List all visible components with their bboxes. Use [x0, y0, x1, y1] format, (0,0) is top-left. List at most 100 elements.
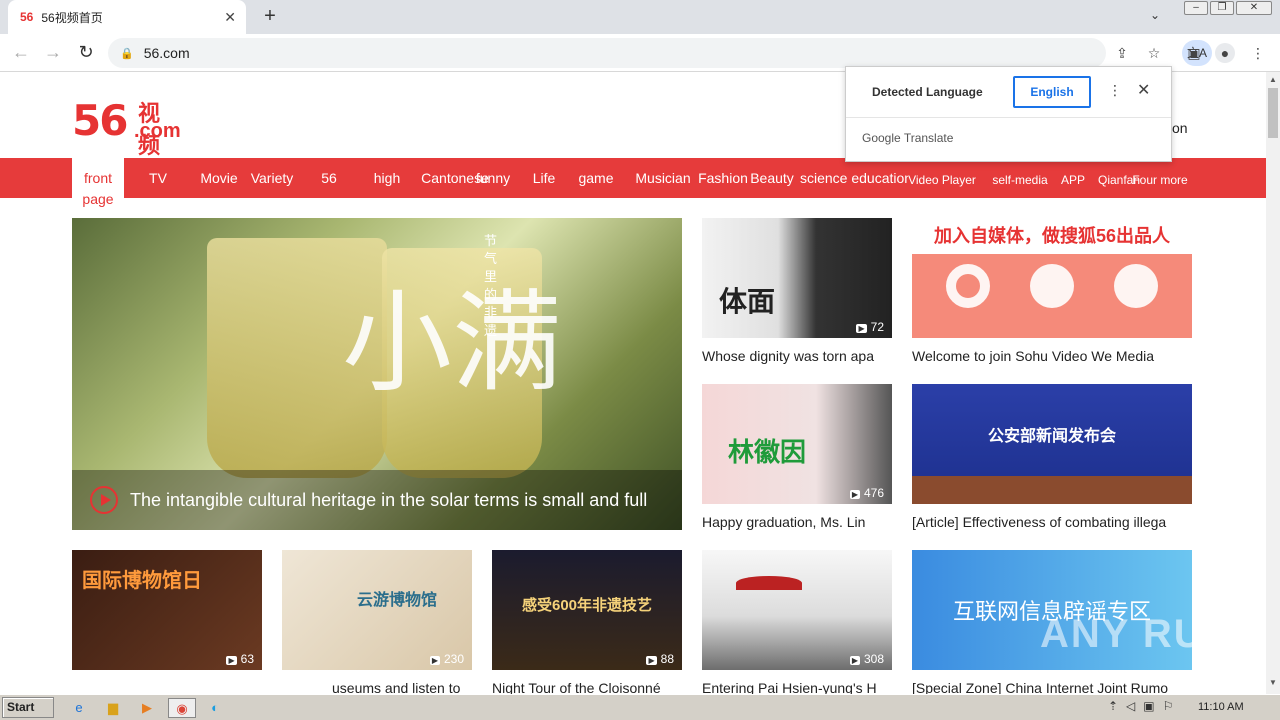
chrome-icon[interactable]: ◉: [168, 698, 196, 718]
thumbnail-overlay-text: 国际博物馆日: [82, 570, 202, 592]
video-card[interactable]: 感受600年非遗技艺 88 Night Tour of the Cloisonn…: [492, 550, 682, 694]
new-tab-button[interactable]: +: [258, 5, 282, 29]
ie-icon[interactable]: e: [68, 698, 90, 718]
system-tray-icons[interactable]: ⇡◁▣⚐: [1108, 699, 1181, 713]
view-count: 63: [226, 652, 254, 666]
video-title[interactable]: useums and listen to: [332, 680, 472, 694]
nav-high-school[interactable]: high school: [362, 168, 412, 189]
thumbnail-overlay-text: 云游博物馆: [356, 592, 437, 609]
video-title[interactable]: Night Tour of the Cloisonné: [492, 680, 682, 694]
video-card[interactable]: 308 Entering Pai Hsien-yung's H: [702, 550, 892, 694]
url-text: 56.com: [143, 45, 190, 61]
reload-icon[interactable]: ↻: [75, 42, 97, 64]
english-tab[interactable]: English: [1013, 76, 1091, 108]
start-button[interactable]: Start: [2, 697, 54, 718]
share-icon[interactable]: ⇪: [1112, 43, 1132, 63]
video-thumbnail[interactable]: 加入自媒体，做搜狐56出品人: [912, 218, 1192, 338]
nav-movie[interactable]: Movie: [196, 168, 242, 189]
nav-app[interactable]: APP: [1060, 170, 1086, 191]
side-panel-icon[interactable]: ▣: [1184, 43, 1204, 63]
scrollbar-thumb[interactable]: [1268, 88, 1278, 138]
detected-language-tab[interactable]: Detected Language: [872, 85, 983, 99]
view-count: 308: [850, 652, 884, 666]
video-thumbnail[interactable]: 308: [702, 550, 892, 670]
translate-popup: Detected Language English ⋮ ✕ Google Tra…: [845, 66, 1172, 162]
video-title[interactable]: Entering Pai Hsien-yung's H: [702, 680, 892, 694]
forward-icon[interactable]: →: [42, 42, 64, 64]
thumbnail-overlay-text: 林徽因: [727, 437, 806, 467]
video-card[interactable]: 公安部新闻发布会 [Article] Effectiveness of comb…: [912, 384, 1192, 530]
video-thumbnail[interactable]: 感受600年非遗技艺 88: [492, 550, 682, 670]
site-logo[interactable]: 56 视频 .com: [72, 96, 181, 158]
tab-56[interactable]: 56 56视频首页 ✕: [8, 0, 246, 34]
play-icon[interactable]: [90, 486, 118, 514]
video-thumbnail[interactable]: 国际博物馆日 63: [72, 550, 262, 670]
nav-tv-drama[interactable]: TV drama: [136, 168, 180, 189]
video-thumbnail[interactable]: 体面 72: [702, 218, 892, 338]
close-window-button[interactable]: ✕: [1236, 1, 1272, 15]
bookmark-star-icon[interactable]: ☆: [1144, 43, 1164, 63]
windows-taskbar: Start e ▆ ▶ ◉ ◐ ⇡◁▣⚐ 11:10 AM: [0, 694, 1280, 720]
video-card[interactable]: 林徽因 476 Happy graduation, Ms. Lin: [702, 384, 892, 530]
lock-icon[interactable]: 🔒: [120, 47, 134, 60]
nav-front-page[interactable]: front page: [72, 158, 124, 208]
video-title[interactable]: [Article] Effectiveness of combating ill…: [912, 514, 1192, 530]
more-options-icon[interactable]: ⋮: [1108, 82, 1122, 99]
tab-search-chevron-icon[interactable]: ⌄: [1150, 8, 1160, 22]
nav-four-more[interactable]: Four more: [1128, 170, 1192, 191]
video-card[interactable]: 体面 72 Whose dignity was torn apa: [702, 218, 892, 364]
media-player-icon[interactable]: ▶: [136, 698, 158, 718]
thumbnail-overlay-text: 公安部新闻发布会: [987, 428, 1116, 445]
video-card[interactable]: 国际博物馆日 63: [72, 550, 262, 680]
nav-funny[interactable]: funny: [472, 168, 514, 189]
minimize-button[interactable]: –: [1184, 1, 1208, 15]
nav-56-listings[interactable]: 56 listings: [304, 168, 354, 189]
nav-fashion[interactable]: Fashion: [696, 168, 750, 189]
video-title[interactable]: Whose dignity was torn apa: [702, 348, 892, 364]
back-icon[interactable]: ←: [10, 42, 32, 64]
page-content: 56 视频 .com on front page TV drama Movie …: [0, 72, 1266, 694]
nav-musician[interactable]: Musician: [631, 168, 695, 189]
close-tab-icon[interactable]: ✕: [224, 9, 236, 26]
view-count: 88: [646, 652, 674, 666]
view-count: 230: [430, 652, 464, 666]
close-icon[interactable]: ✕: [1137, 80, 1150, 100]
video-thumbnail[interactable]: 云游博物馆 230: [282, 550, 472, 670]
nav-video-player[interactable]: Video Player: [904, 170, 980, 191]
video-title[interactable]: Welcome to join Sohu Video We Media: [912, 348, 1192, 364]
thumbnail-overlay-text: 体面: [718, 286, 775, 317]
nav-beauty[interactable]: Beauty: [748, 168, 796, 189]
hero-vertical-text: 节气里的非遗: [484, 233, 498, 338]
video-thumbnail[interactable]: 林徽因 476: [702, 384, 892, 504]
hero-caption[interactable]: The intangible cultural heritage in the …: [130, 490, 647, 511]
profile-avatar-icon[interactable]: ●: [1215, 43, 1235, 63]
video-title[interactable]: [Special Zone] China Internet Joint Rumo: [912, 680, 1192, 694]
scroll-up-icon[interactable]: ▲: [1269, 75, 1277, 84]
explorer-folder-icon[interactable]: ▆: [102, 698, 124, 718]
video-card[interactable]: 加入自媒体，做搜狐56出品人 Welcome to join Sohu Vide…: [912, 218, 1192, 364]
header-partial-text[interactable]: on: [1172, 120, 1188, 136]
page-scrollbar[interactable]: ▲ ▼: [1266, 72, 1280, 694]
scroll-down-icon[interactable]: ▼: [1269, 678, 1277, 687]
chart-icon: [946, 264, 990, 308]
nav-self-media[interactable]: self-media: [988, 170, 1052, 191]
nav-life[interactable]: Life: [528, 168, 560, 189]
nav-game[interactable]: game: [576, 168, 616, 189]
restore-button[interactable]: ❐: [1210, 1, 1234, 15]
thumbnail-overlay-text: 感受600年非遗技艺: [521, 597, 653, 614]
tab-strip: 56 56视频首页 ✕ + ⌄ – ❐ ✕: [0, 0, 1280, 34]
nav-variety-show[interactable]: Variety Show: [248, 168, 296, 189]
video-card[interactable]: 云游博物馆 230 useums and listen to: [282, 550, 472, 694]
favicon: 56: [20, 10, 34, 24]
umbrella-image: [736, 576, 802, 590]
video-thumbnail[interactable]: 公安部新闻发布会: [912, 384, 1192, 504]
hero-banner[interactable]: 小满 节气里的非遗 The intangible cultural herita…: [72, 218, 682, 530]
address-bar[interactable]: 🔒 56.com 文A: [108, 38, 1212, 68]
chat-icon: [1030, 264, 1074, 308]
nav-science[interactable]: science education and technology: [800, 168, 908, 189]
menu-kebab-icon[interactable]: ⋮: [1248, 43, 1268, 63]
tab-title: 56视频首页: [41, 10, 103, 25]
edge-icon[interactable]: ◐: [204, 698, 226, 718]
main-nav: front page TV drama Movie Variety Show 5…: [0, 158, 1266, 208]
video-title[interactable]: Happy graduation, Ms. Lin: [702, 514, 892, 530]
